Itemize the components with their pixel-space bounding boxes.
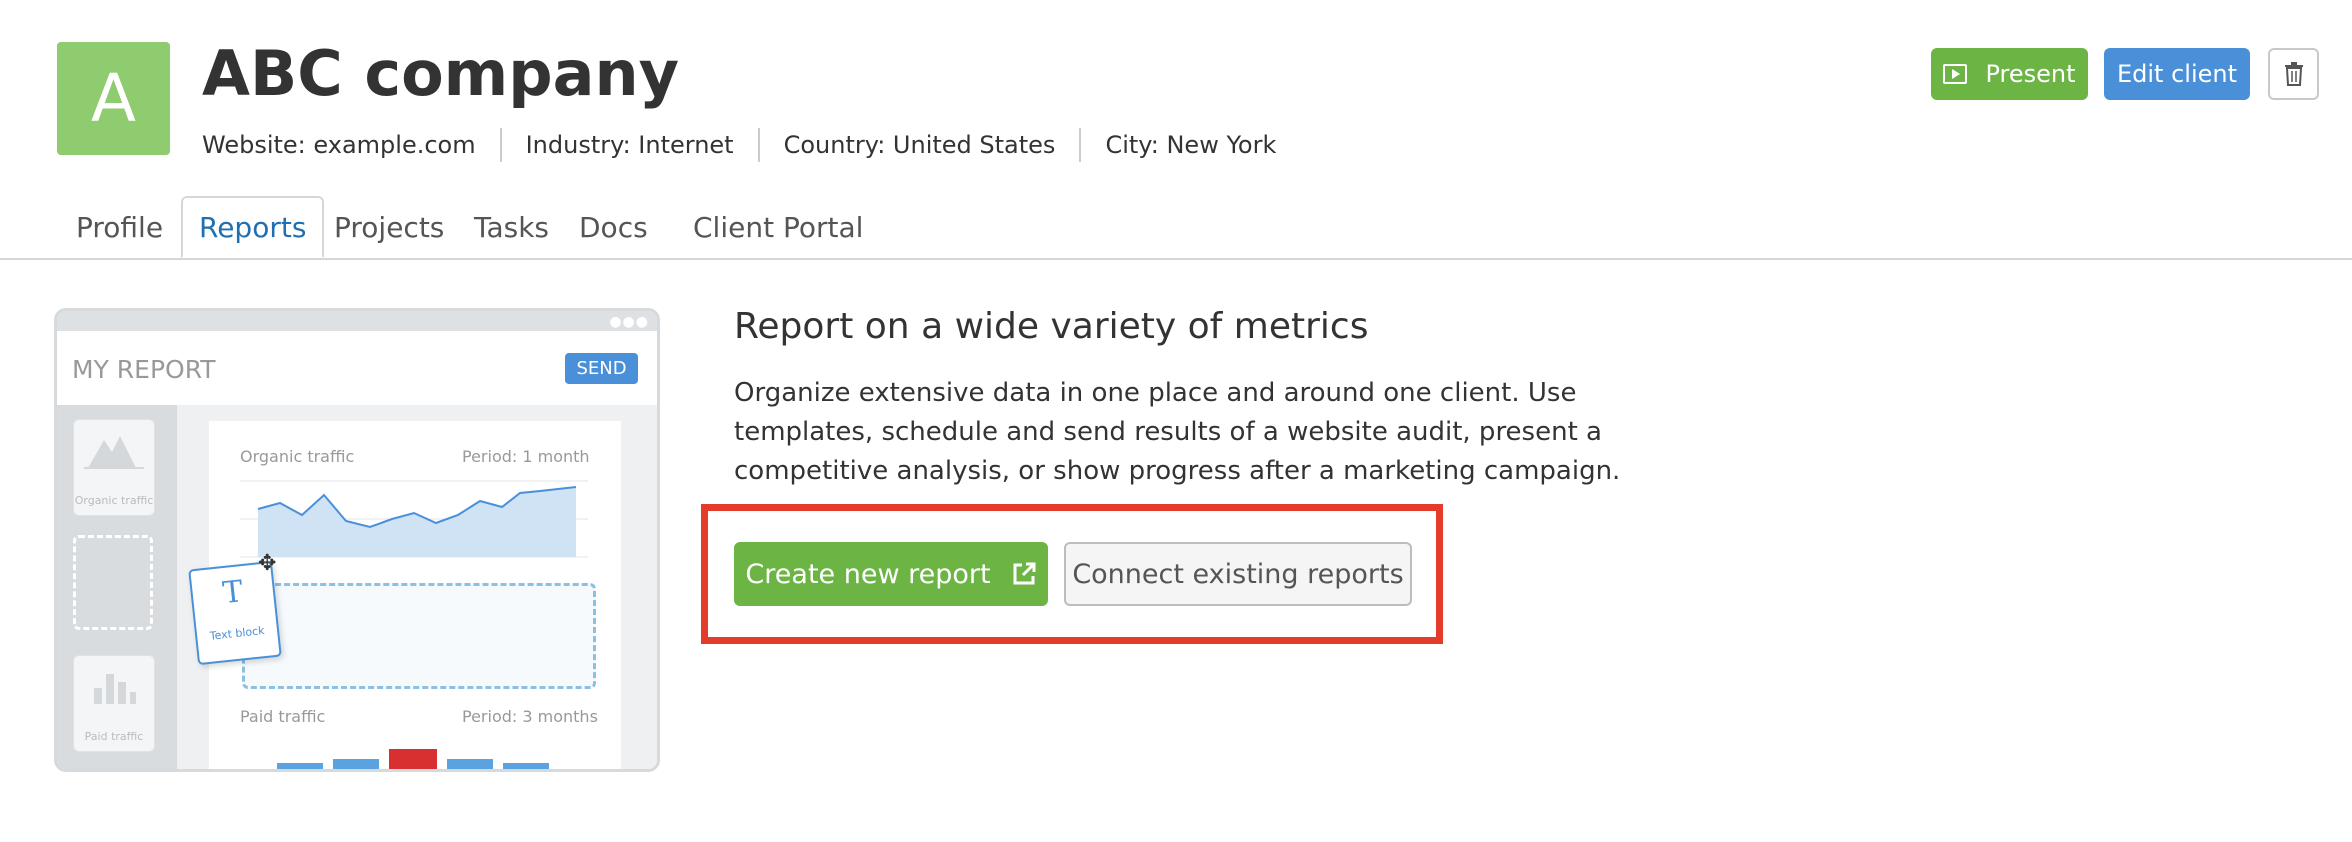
paid-bar: [333, 759, 379, 769]
tab-tasks[interactable]: Tasks: [474, 196, 549, 258]
client-name: ABC company: [202, 37, 680, 110]
meta-city-label: City:: [1105, 131, 1159, 159]
tab-reports[interactable]: Reports: [181, 196, 325, 258]
tab-projects[interactable]: Projects: [334, 196, 444, 258]
drop-zone: [242, 583, 596, 689]
mountain-chart-icon: [84, 436, 144, 469]
text-block-icon: T: [221, 574, 245, 612]
promo-description: Organize extensive data in one place and…: [734, 378, 1621, 486]
illustration-sidebar: Organic traffic Paid traffic: [57, 405, 177, 769]
edit-client-label: Edit client: [2116, 60, 2238, 88]
illustration-topbar: ●●●: [57, 311, 657, 331]
report-illustration: ●●● MY REPORT SEND Organic traffic Paid …: [54, 308, 660, 772]
meta-website: Website: example.com: [202, 128, 500, 162]
meta-country: Country: United States: [757, 128, 1080, 162]
organic-traffic-tile-label: Organic traffic: [74, 494, 154, 507]
organic-label: Organic traffic: [240, 447, 355, 466]
meta-city: City: New York: [1079, 128, 1300, 162]
client-meta: Website: example.com Industry: Internet …: [202, 128, 1300, 162]
illustration-send-badge: SEND: [565, 353, 638, 384]
text-block-card: T Text block: [188, 560, 282, 666]
external-link-icon: [1013, 562, 1036, 585]
connect-existing-reports-button[interactable]: Connect existing reports: [1064, 542, 1412, 606]
meta-city-value: New York: [1166, 131, 1277, 159]
organic-traffic-tile: Organic traffic: [73, 419, 155, 516]
paid-period: Period: 3 months: [462, 707, 598, 726]
paid-bar: [447, 759, 493, 769]
paid-bar: [389, 749, 437, 769]
create-new-report-label: Create new report: [745, 558, 991, 590]
more-dots-icon: ●●●: [609, 314, 649, 330]
connect-existing-reports-label: Connect existing reports: [1072, 558, 1404, 590]
paid-label: Paid traffic: [240, 707, 326, 726]
tab-client-portal[interactable]: Client Portal: [693, 196, 863, 258]
tab-docs[interactable]: Docs: [579, 196, 648, 258]
organic-period: Period: 1 month: [462, 447, 590, 466]
paid-bar: [503, 763, 549, 769]
create-new-report-button[interactable]: Create new report: [734, 542, 1048, 606]
client-tabs: Profile Reports Projects Tasks Docs Clie…: [0, 196, 2352, 260]
meta-industry: Industry: Internet: [499, 128, 758, 162]
organic-traffic-chart: [240, 480, 588, 558]
promo-heading: Report on a wide variety of metrics: [734, 306, 1369, 347]
meta-industry-value: Internet: [638, 131, 734, 159]
meta-website-value: example.com: [313, 131, 476, 159]
move-cursor-icon: ✥: [258, 551, 277, 576]
client-avatar: A: [57, 42, 170, 155]
paid-traffic-tile: Paid traffic: [73, 655, 155, 752]
present-icon: [1943, 64, 1968, 84]
trash-icon: [2284, 62, 2303, 86]
text-block-label: Text block: [209, 624, 266, 643]
delete-client-button[interactable]: [2268, 48, 2319, 100]
meta-country-value: United States: [892, 131, 1056, 159]
empty-drop-tile: [73, 535, 153, 630]
meta-country-label: Country:: [783, 131, 886, 159]
present-label: Present: [1985, 60, 2076, 88]
meta-website-label: Website:: [202, 131, 306, 159]
paid-traffic-tile-label: Paid traffic: [84, 730, 144, 743]
paid-bar: [277, 763, 323, 769]
edit-client-button[interactable]: Edit client: [2104, 48, 2250, 100]
present-button[interactable]: Present: [1931, 48, 2088, 100]
bar-chart-icon: [94, 674, 136, 704]
meta-industry-label: Industry:: [525, 131, 631, 159]
illustration-title: MY REPORT: [72, 355, 216, 384]
tab-profile[interactable]: Profile: [76, 196, 163, 258]
